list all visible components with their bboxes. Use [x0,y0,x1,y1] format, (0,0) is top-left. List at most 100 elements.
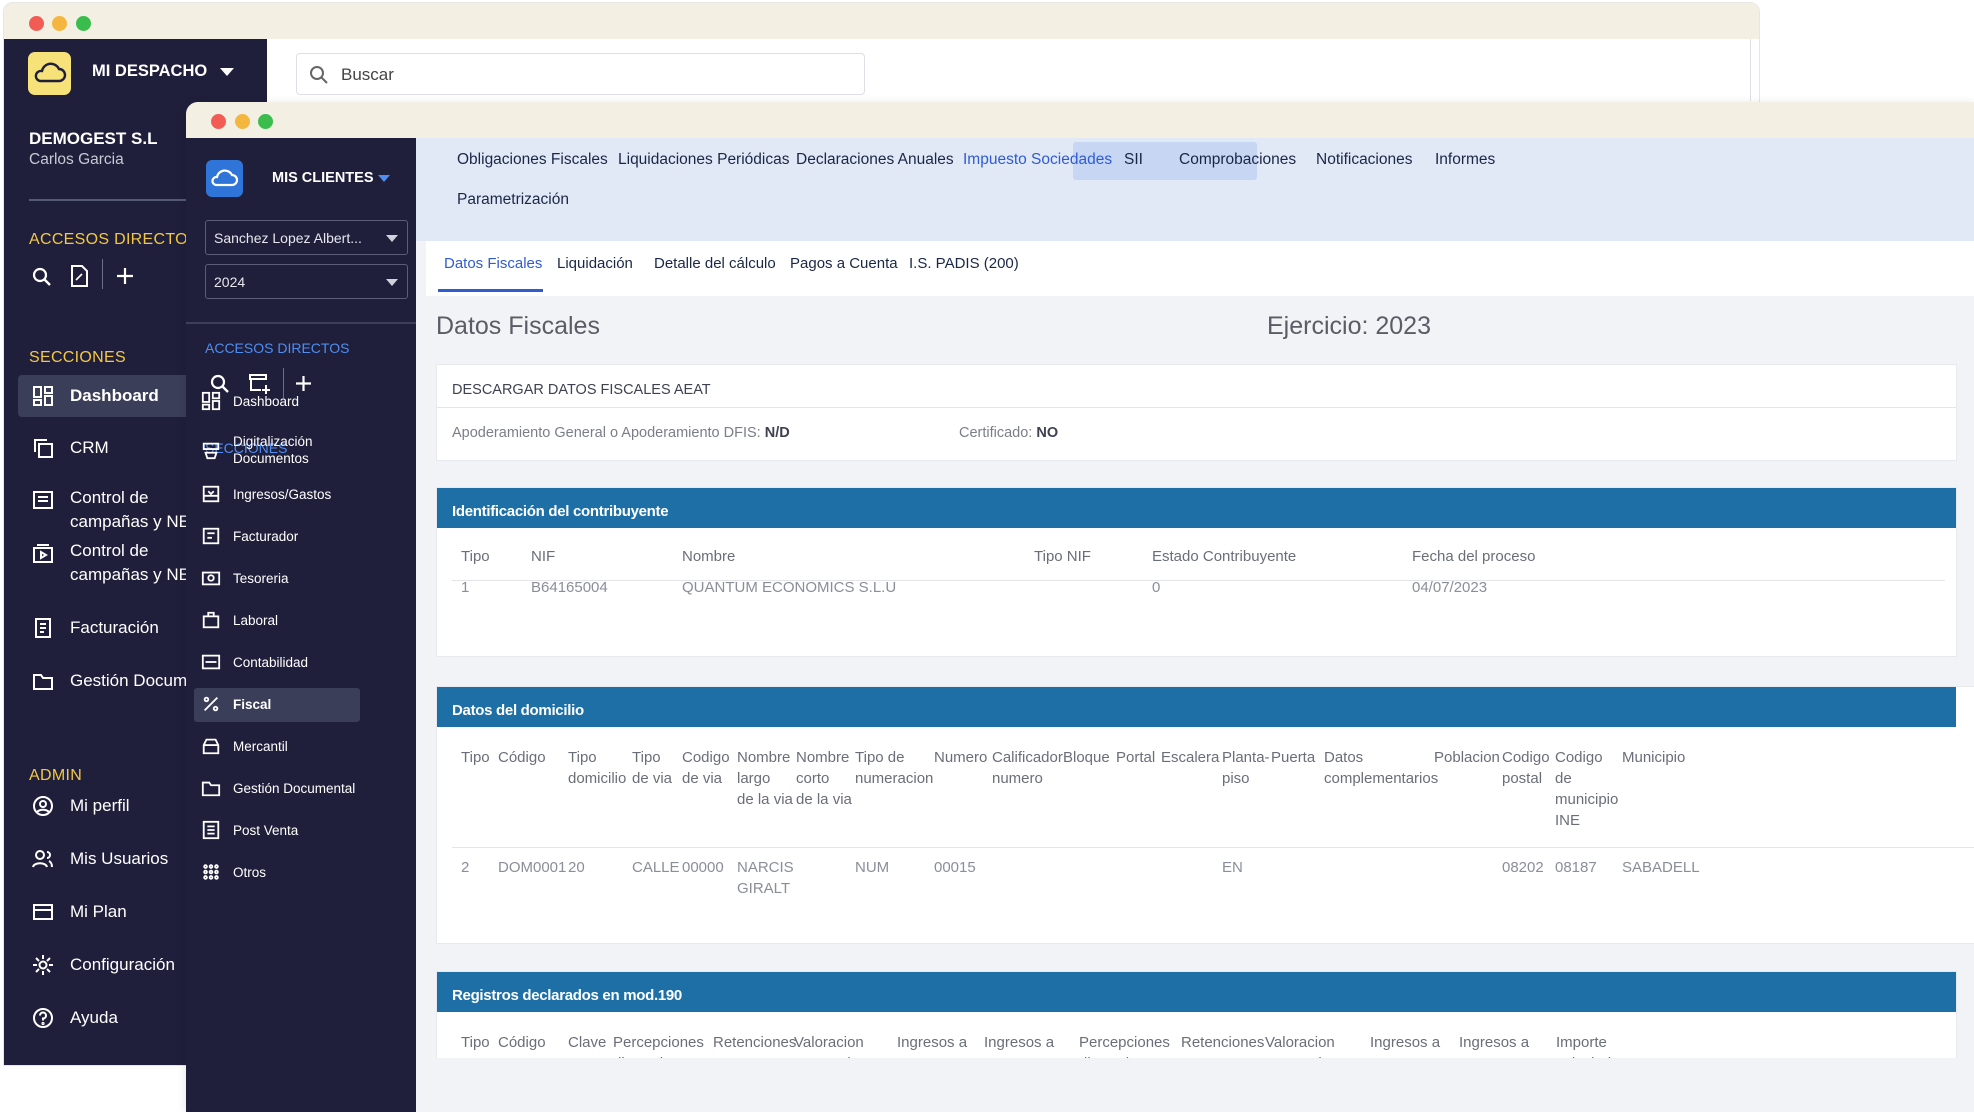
back-titlebar [4,3,1759,39]
inbox-icon [201,484,221,504]
front-nav-mercantil[interactable]: Mercantil [201,736,288,756]
column-header: Nombre [682,548,736,565]
front-nav-facturador[interactable]: Facturador [201,526,298,546]
column-header: Estado Contribuyente [1152,548,1297,565]
front-nav-gesti-n-documental[interactable]: Gestión Documental [201,778,355,798]
front-nav-fiscal[interactable]: Fiscal [201,694,271,714]
nav-label: Digitalización Documentos [233,434,313,466]
column-header: Fecha del proceso [1412,548,1536,565]
domicilio-card: Datos del domicilio Tipo Código Tipo domic… [436,686,1974,944]
search-input[interactable]: Buscar [341,65,394,85]
tab-notificaciones[interactable]: Notificaciones [1316,151,1413,169]
column-header: Tipo [461,1034,490,1051]
subtab-liquidaci-n[interactable]: Liquidación [557,255,633,272]
brand-name: MI DESPACHO [92,62,208,80]
tab-declaraciones-anuales[interactable]: Declaraciones Anuales [796,151,954,169]
apoderamiento-value: N/D [764,425,790,441]
table-cell: CALLE [632,859,680,876]
front-titlebar [186,102,1974,138]
search-icon[interactable] [32,267,52,287]
front-window: MIS CLIENTES Sanchez Lopez Albert... 202… [186,102,1974,1112]
table-cell: EN [1222,859,1243,876]
chevron-down-icon[interactable] [219,67,235,77]
company-name: DEMOGEST S.L [29,129,158,148]
dashboard-icon [32,385,54,407]
table-divider [452,847,1974,848]
close-dot[interactable] [211,114,226,129]
nav-label: CRM [70,438,109,457]
front-nav-tesoreria[interactable]: Tesoreria [201,568,289,588]
certificado-value: NO [1036,425,1059,441]
identificacion-title: Identificación del contribuyente [437,488,1956,528]
front-nav-post-venta[interactable]: Post Venta [201,820,298,840]
list-icon [32,489,54,511]
tab-impuesto-sociedades[interactable]: Impuesto Sociedades [963,151,1112,169]
copy-icon [32,437,54,459]
money-icon [201,568,221,588]
apoderamiento-label: Apoderamiento General o Apoderamiento DF… [452,425,761,441]
column-header: Codigo postal [1502,749,1550,787]
minimize-dot[interactable] [235,114,250,129]
subtab-i-s-padis-200-[interactable]: I.S. PADIS (200) [909,255,1019,272]
briefcase-icon [201,610,221,630]
column-header: Poblacion [1434,749,1500,766]
search-box[interactable]: Buscar [296,53,865,95]
table-cell: 2 [461,859,470,876]
column-header: Código [498,749,546,766]
front-nav-otros[interactable]: Otros [201,862,266,882]
invoice-icon [32,617,54,639]
accesos-title: ACCESOS DIRECTOS [205,340,350,356]
chevron-down-icon[interactable] [378,175,390,183]
tab-comprobaciones[interactable]: Comprobaciones [1179,151,1296,169]
front-nav-ingresos-gastos[interactable]: Ingresos/Gastos [201,484,331,504]
add-icon[interactable] [116,267,134,285]
nav-label: Control de campañas y NE [70,488,190,531]
invoice-icon [201,526,221,546]
front-nav-digitalizaci-n[interactable]: Digitalización Documentos [201,433,313,467]
mod190-title: Registros declarados en mod.190 [437,972,1956,1012]
front-nav-contabilidad[interactable]: Contabilidad [201,652,308,672]
subtab-datos-fiscales[interactable]: Datos Fiscales [444,255,542,272]
column-header: Portal [1116,749,1156,766]
brand-name: MIS CLIENTES [272,170,374,186]
maximize-dot[interactable] [258,114,273,129]
add-icon[interactable] [295,375,312,392]
tab-sii[interactable]: SII [1124,151,1143,169]
nav-label: Mercantil [233,738,288,754]
nav-label: Configuración [70,955,175,974]
client-select[interactable]: Sanchez Lopez Albert... [205,220,408,255]
nav-label: Facturación [70,618,159,637]
dashboard-icon [201,391,221,411]
identificacion-card: Identificación del contribuyente Tipo NIF… [436,487,1957,657]
table-divider [452,580,1945,581]
column-header: Tipo NIF [1034,548,1091,565]
sidebar-divider [29,199,189,201]
column-header: Bloque [1063,749,1110,766]
sidebar-divider [186,322,416,324]
column-header: Planta- piso [1222,749,1270,787]
tab-informes[interactable]: Informes [1435,151,1495,169]
header-divider [1750,39,1751,101]
cloud-logo-icon [206,160,243,197]
subtab-pagos-a-cuenta[interactable]: Pagos a Cuenta [790,255,898,272]
table-cell: 20 [568,859,585,876]
search-icon [310,66,328,84]
tab-obligaciones-fiscales[interactable]: Obligaciones Fiscales [457,151,608,169]
close-dot[interactable] [29,16,44,31]
minimize-dot[interactable] [52,16,67,31]
tab-parametrizaci-n[interactable]: Parametrización [457,191,569,209]
front-nav-dashboard[interactable]: Dashboard [201,391,299,411]
folder-icon [201,778,221,798]
back-brand[interactable]: MI DESPACHO [4,39,267,103]
users-icon [32,848,54,870]
front-nav-laboral[interactable]: Laboral [201,610,278,630]
column-header: Municipio [1622,749,1686,766]
year-select[interactable]: 2024 [205,264,408,299]
subtab-detalle-del-c-lculo[interactable]: Detalle del cálculo [654,255,776,272]
maximize-dot[interactable] [76,16,91,31]
nav-label: Contabilidad [233,654,309,670]
tab-liquidaciones-peri-dicas[interactable]: Liquidaciones Periódicas [618,151,789,169]
document-icon[interactable] [69,265,89,287]
secciones-title: SECCIONES [29,349,126,366]
column-header: Codigo de municipio INE [1555,749,1619,829]
